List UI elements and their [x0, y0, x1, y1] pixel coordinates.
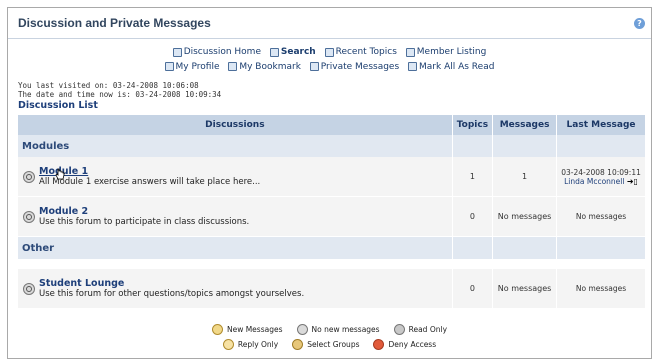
category-row: Other [18, 236, 646, 259]
message-count: 1 [492, 157, 558, 197]
new-messages-icon [211, 324, 223, 335]
help-icon[interactable]: ? [634, 17, 645, 29]
last-message-cell: No messages [556, 269, 646, 309]
table-header: Discussions Topics Messages Last Message [18, 115, 646, 135]
legend-reply-only: Reply Only [222, 339, 278, 350]
private-messages-link[interactable]: Private Messages [309, 61, 399, 73]
col-topics: Topics [452, 115, 494, 135]
forum-row: Student Lounge Use this forum for other … [18, 269, 646, 309]
recent-topics-icon [324, 47, 334, 57]
discussion-panel: Discussion and Private Messages ? Discus… [7, 7, 652, 359]
mark-read-icon [408, 62, 418, 71]
legend-new-messages: New Messages [211, 324, 283, 335]
current-time-text: The date and time now is: 03-24-2008 10:… [18, 90, 222, 99]
bookmark-icon [228, 62, 238, 71]
col-discussions: Discussions [18, 115, 453, 135]
no-new-messages-icon [296, 324, 308, 335]
search-link[interactable]: Search [269, 46, 316, 58]
forum-nav: Discussion Home Search Recent Topics Mem… [8, 46, 651, 75]
panel-title: Discussion and Private Messages [18, 16, 211, 30]
legend-deny-access: Deny Access [373, 339, 436, 350]
profile-icon [164, 62, 174, 71]
forum-table: Discussions Topics Messages Last Message… [18, 115, 646, 309]
panel-header: Discussion and Private Messages ? [8, 8, 651, 39]
topic-count: 0 [452, 196, 494, 237]
forum-description: Use this forum for other questions/topic… [39, 289, 305, 299]
forum-row: Module 1 All Module 1 exercise answers w… [18, 157, 646, 197]
hand-cursor-icon [55, 168, 65, 180]
private-messages-icon [309, 62, 319, 71]
forum-status-icon [23, 170, 35, 183]
mark-all-read-link[interactable]: Mark All As Read [408, 61, 494, 73]
member-list-icon [405, 47, 415, 57]
member-listing-link[interactable]: Member Listing [405, 46, 486, 58]
topic-count: 0 [452, 269, 494, 309]
last-message-cell: 03-24-2008 10:09:11 Linda Mcconnell ➜▯ [556, 157, 646, 197]
home-icon [172, 47, 182, 57]
select-groups-icon [292, 339, 304, 350]
last-message-cell: No messages [556, 196, 646, 237]
category-row: Modules [18, 135, 646, 157]
message-count: No messages [492, 196, 558, 237]
legend-no-new-messages: No new messages [296, 324, 380, 335]
topic-count: 1 [452, 157, 494, 197]
forum-link-module-2[interactable]: Module 2 [39, 206, 249, 217]
forum-status-icon [23, 282, 35, 295]
last-message-user-link[interactable]: Linda Mcconnell [564, 177, 624, 186]
forum-status-icon [23, 210, 35, 223]
forum-description: All Module 1 exercise answers will take … [39, 177, 261, 187]
my-bookmark-link[interactable]: My Bookmark [228, 61, 301, 73]
discussion-home-link[interactable]: Discussion Home [172, 46, 261, 58]
forum-link-module-1[interactable]: Module 1 [39, 166, 260, 177]
message-count: No messages [492, 269, 558, 309]
forum-row: Module 2 Use this forum to participate i… [18, 196, 646, 237]
recent-topics-link[interactable]: Recent Topics [324, 46, 397, 58]
goto-last-post-icon[interactable]: ➜▯ [627, 177, 638, 186]
category-name: Other [18, 236, 453, 259]
icon-legend: New Messages No new messages Read Only R… [8, 324, 651, 354]
visit-info: You last visited on: 03-24-2008 10:06:08… [18, 81, 651, 99]
search-icon [269, 47, 279, 57]
my-profile-link[interactable]: My Profile [164, 61, 219, 73]
forum-description: Use this forum to participate in class d… [39, 217, 250, 227]
forum-link-student-lounge[interactable]: Student Lounge [39, 278, 304, 289]
legend-read-only: Read Only [393, 324, 447, 335]
col-messages: Messages [492, 115, 558, 135]
discussion-list-link[interactable]: Discussion List [18, 100, 651, 111]
last-message-date: 03-24-2008 10:09:11 [561, 167, 641, 177]
reply-only-icon [222, 339, 234, 350]
read-only-icon [393, 324, 405, 335]
col-last-message: Last Message [556, 115, 646, 135]
spacer-row [18, 259, 646, 269]
deny-access-icon [373, 339, 385, 350]
last-visited-text: You last visited on: 03-24-2008 10:06:08 [18, 81, 199, 90]
category-name: Modules [18, 135, 453, 157]
legend-select-groups: Select Groups [292, 339, 359, 350]
